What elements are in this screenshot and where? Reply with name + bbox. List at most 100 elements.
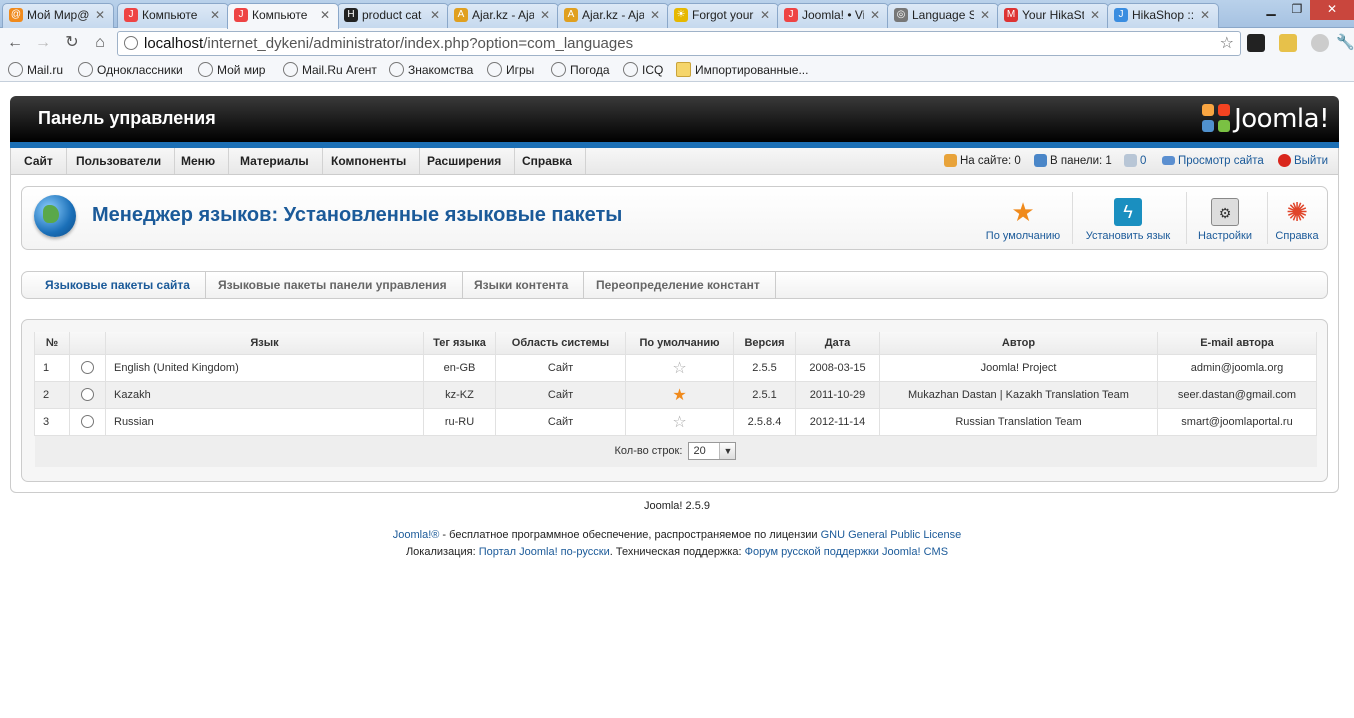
home-icon[interactable]: ⌂: [89, 33, 111, 55]
bookmark-item[interactable]: Mail.Ru Агент: [283, 62, 377, 78]
col-author[interactable]: Автор: [879, 332, 1158, 355]
close-tab-icon[interactable]: ✕: [1200, 4, 1210, 26]
close-tab-icon[interactable]: ✕: [540, 4, 550, 26]
browser-tab[interactable]: ☀ Forgot your ✕: [667, 3, 779, 28]
close-window-icon[interactable]: ✕: [1310, 0, 1354, 20]
col-default[interactable]: По умолчанию: [625, 332, 734, 355]
menu-item-help[interactable]: Справка: [509, 148, 586, 174]
row-radio[interactable]: [81, 415, 94, 428]
browser-tab[interactable]: J Joomla! • Vi ✕: [777, 3, 889, 28]
star-outline-icon[interactable]: ☆: [672, 414, 686, 431]
browser-tab[interactable]: A Ajar.kz - Aja ✕: [557, 3, 669, 28]
row-number: 3: [34, 407, 70, 436]
help-button[interactable]: ✺ Справка: [1272, 187, 1322, 249]
forward-icon[interactable]: →: [32, 33, 54, 55]
tab-admin-languages[interactable]: Языковые пакеты панели управления: [203, 272, 463, 298]
col-client[interactable]: Область системы: [495, 332, 626, 355]
col-language[interactable]: Язык: [105, 332, 424, 355]
row-language: Kazakh: [105, 380, 424, 409]
col-tag[interactable]: Тег языка: [423, 332, 496, 355]
address-bar[interactable]: localhost/internet_dykeni/administrator/…: [117, 31, 1241, 56]
maximize-icon[interactable]: ❐: [1284, 0, 1310, 20]
menu-item-content[interactable]: Материалы: [227, 148, 323, 174]
menu-item-extensions[interactable]: Расширения: [414, 148, 516, 174]
extension-clock-icon[interactable]: [1279, 34, 1297, 52]
close-tab-icon[interactable]: ✕: [980, 4, 990, 26]
row-radio[interactable]: [81, 361, 94, 374]
globe-icon: ◎: [894, 8, 908, 22]
col-date[interactable]: Дата: [795, 332, 880, 355]
portal-link[interactable]: Портал Joomla! по-русски: [479, 546, 610, 558]
bookmark-item[interactable]: Игры: [487, 62, 534, 78]
close-tab-icon[interactable]: ✕: [650, 4, 660, 26]
install-language-button[interactable]: ϟ Установить язык: [1078, 187, 1178, 249]
bookmark-star-icon[interactable]: ☆: [1220, 32, 1234, 55]
view-site-link[interactable]: Просмотр сайта: [1162, 148, 1264, 174]
bookmark-item[interactable]: Мой мир: [198, 62, 265, 78]
bookmark-item[interactable]: Знакомства: [389, 62, 473, 78]
close-tab-icon[interactable]: ✕: [430, 4, 440, 26]
col-version[interactable]: Версия: [733, 332, 796, 355]
joomla-link[interactable]: Joomla!®: [393, 529, 440, 541]
bookmark-item[interactable]: Погода: [551, 62, 610, 78]
browser-tab[interactable]: ◎ Language S ✕: [887, 3, 999, 28]
browser-tab[interactable]: J Компьюте ✕: [117, 3, 229, 28]
bookmark-item[interactable]: Одноклассники: [78, 62, 183, 78]
star-outline-icon[interactable]: ☆: [672, 360, 686, 377]
menu-item-components[interactable]: Компоненты: [318, 148, 421, 174]
messages-status[interactable]: 0: [1124, 148, 1146, 174]
close-tab-icon[interactable]: ✕: [320, 4, 330, 26]
minimize-icon[interactable]: ▁: [1258, 0, 1284, 20]
tab-overrides[interactable]: Переопределение констант: [581, 272, 776, 298]
menu-item-users[interactable]: Пользователи: [63, 148, 176, 174]
close-tab-icon[interactable]: ✕: [210, 4, 220, 26]
row-date: 2011-10-29: [795, 380, 880, 409]
gpl-link[interactable]: GNU General Public License: [821, 529, 962, 541]
logout-link[interactable]: Выйти: [1278, 148, 1328, 174]
star-filled-icon: ★: [672, 386, 687, 404]
close-tab-icon[interactable]: ✕: [870, 4, 880, 26]
col-number[interactable]: №: [34, 332, 70, 355]
page-toolbar: Менеджер языков: Установленные языковые …: [21, 186, 1328, 250]
close-tab-icon[interactable]: ✕: [95, 4, 105, 26]
table-row: 2 Kazakh kz-KZ Сайт ★ 2.5.1 2011-10-29 M…: [34, 380, 1317, 409]
chevron-down-icon: ▼: [719, 443, 736, 460]
star-icon: ★: [1011, 197, 1035, 227]
browser-tab[interactable]: M Your HikaSt ✕: [997, 3, 1109, 28]
bookmark-favicon-icon: [487, 62, 502, 77]
bookmark-favicon-icon: [78, 62, 93, 77]
bookmark-item[interactable]: Mail.ru: [8, 62, 63, 78]
rows-per-page-select[interactable]: 20 ▼: [688, 442, 737, 461]
tab-site-languages[interactable]: Языковые пакеты сайта: [30, 272, 206, 298]
bookmark-folder[interactable]: Импортированные...: [676, 62, 808, 78]
extension-notification-icon[interactable]: [1311, 34, 1329, 52]
forum-link[interactable]: Форум русской поддержки Joomla! CMS: [745, 546, 948, 558]
bookmark-item[interactable]: ICQ: [623, 62, 663, 78]
monitor-icon: [1162, 156, 1175, 165]
close-tab-icon[interactable]: ✕: [760, 4, 770, 26]
close-tab-icon[interactable]: ✕: [1090, 4, 1100, 26]
page-info-icon[interactable]: [124, 36, 138, 50]
menu-item-site[interactable]: Сайт: [11, 148, 67, 174]
browser-tab[interactable]: H product cat ✕: [337, 3, 449, 28]
col-email[interactable]: E-mail автора: [1157, 332, 1317, 355]
back-icon[interactable]: ←: [4, 33, 26, 55]
browser-tab[interactable]: @ Мой Мир@ ✕: [2, 3, 114, 28]
tab-content-languages[interactable]: Языки контента: [459, 272, 585, 298]
reload-icon[interactable]: ↻: [61, 33, 83, 55]
bookmark-favicon-icon: [389, 62, 404, 77]
browser-tab[interactable]: J HikaShop :: ✕: [1107, 3, 1219, 28]
wrench-icon[interactable]: 🔧: [1336, 34, 1354, 52]
row-select: [69, 353, 106, 382]
menu-item-menus[interactable]: Меню: [168, 148, 230, 174]
set-default-button[interactable]: ★ По умолчанию: [979, 187, 1067, 249]
table-row: 3 Russian ru-RU Сайт ☆ 2.5.8.4 2012-11-1…: [34, 407, 1317, 436]
browser-tab[interactable]: A Ajar.kz - Aja ✕: [447, 3, 559, 28]
browser-tab-active[interactable]: J Компьюте ✕: [227, 3, 339, 29]
row-language: Russian: [105, 407, 424, 436]
options-button[interactable]: ⚙ Настройки: [1192, 187, 1258, 249]
tab-title: product cat: [362, 8, 422, 22]
row-author: Mukazhan Dastan | Kazakh Translation Tea…: [879, 380, 1158, 409]
extension-hand-icon[interactable]: [1247, 34, 1265, 52]
row-radio[interactable]: [81, 388, 94, 401]
